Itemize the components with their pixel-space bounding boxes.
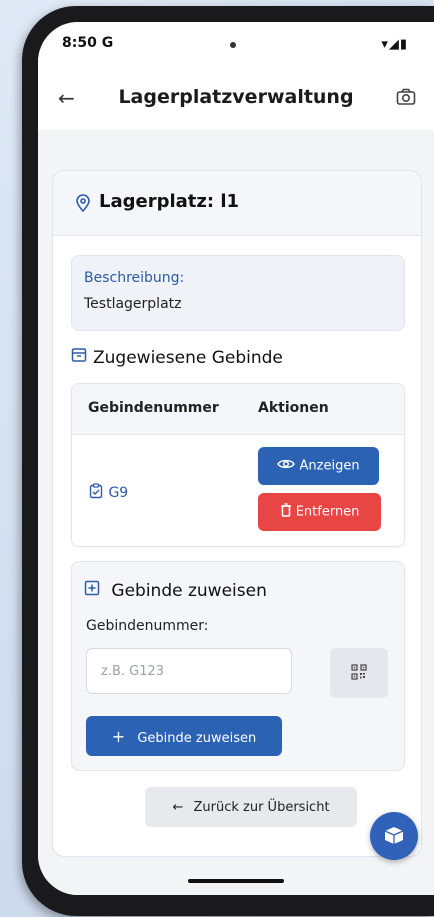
box-fab-button[interactable] — [370, 812, 418, 860]
table-row: G9 Anzeigen Entfernen — [72, 435, 404, 546]
assign-gebinde-button[interactable]: + Gebinde zuweisen — [86, 716, 282, 756]
qr-scan-button[interactable] — [330, 648, 388, 698]
home-indicator[interactable] — [188, 879, 284, 883]
front-camera — [230, 42, 236, 48]
app-bar: ← Lagerplatzverwaltung — [38, 68, 434, 131]
table-header: Gebindenummer Aktionen — [72, 384, 404, 435]
content-area: Lagerplatz: l1 Beschreibung: Testlagerpl… — [38, 130, 434, 872]
plus-icon: + — [111, 726, 126, 746]
trash-icon — [280, 503, 292, 521]
assigned-section-title: Zugewiesene Gebinde — [71, 347, 283, 368]
status-time: 8:50 G — [62, 35, 114, 51]
gebinde-number-input[interactable] — [86, 648, 292, 694]
gebinde-id[interactable]: G9 — [88, 483, 128, 503]
remove-button[interactable]: Entfernen — [258, 493, 381, 531]
back-button-label: Zurück zur Übersicht — [193, 799, 330, 815]
arrow-left-icon: ← — [172, 799, 184, 815]
archive-icon — [71, 347, 87, 368]
assigned-table: Gebindenummer Aktionen G9 Anzeigen Entfe… — [71, 383, 405, 547]
column-header-aktionen: Aktionen — [258, 400, 329, 416]
back-to-overview-button[interactable]: ← Zurück zur Übersicht — [145, 787, 357, 827]
screen: 8:50 G ▾◢▮ ← Lagerplatzverwaltung Lagerp… — [38, 22, 434, 895]
description-label: Beschreibung: — [84, 270, 185, 286]
column-header-gebindenummer: Gebindenummer — [88, 400, 219, 416]
show-button-label: Anzeigen — [299, 458, 360, 474]
plus-square-icon — [84, 580, 100, 601]
assign-button-label: Gebinde zuweisen — [137, 730, 257, 746]
card-header: Lagerplatz: l1 — [53, 171, 421, 236]
assign-title: Gebinde zuweisen — [84, 580, 267, 601]
status-bar: 8:50 G ▾◢▮ — [38, 22, 434, 68]
card-title: Lagerplatz: l1 — [99, 191, 240, 212]
assign-section: Gebinde zuweisen Gebindenummer: + Gebind… — [71, 561, 405, 771]
show-button[interactable]: Anzeigen — [258, 447, 379, 485]
status-icons: ▾◢▮ — [381, 37, 408, 52]
location-pin-icon — [75, 194, 91, 216]
page-title: Lagerplatzverwaltung — [118, 86, 354, 108]
clipboard-check-icon — [88, 483, 104, 503]
eye-icon — [277, 458, 296, 474]
camera-icon[interactable] — [396, 88, 416, 110]
description-value: Testlagerplatz — [84, 296, 182, 312]
qr-code-icon — [351, 663, 367, 683]
gesture-nav-bar — [38, 872, 434, 895]
remove-button-label: Entfernen — [295, 504, 360, 520]
box-icon — [383, 826, 405, 848]
gebinde-field-label: Gebindenummer: — [86, 618, 209, 634]
storage-location-card: Lagerplatz: l1 Beschreibung: Testlagerpl… — [52, 170, 422, 857]
description-box: Beschreibung: Testlagerplatz — [71, 255, 405, 331]
